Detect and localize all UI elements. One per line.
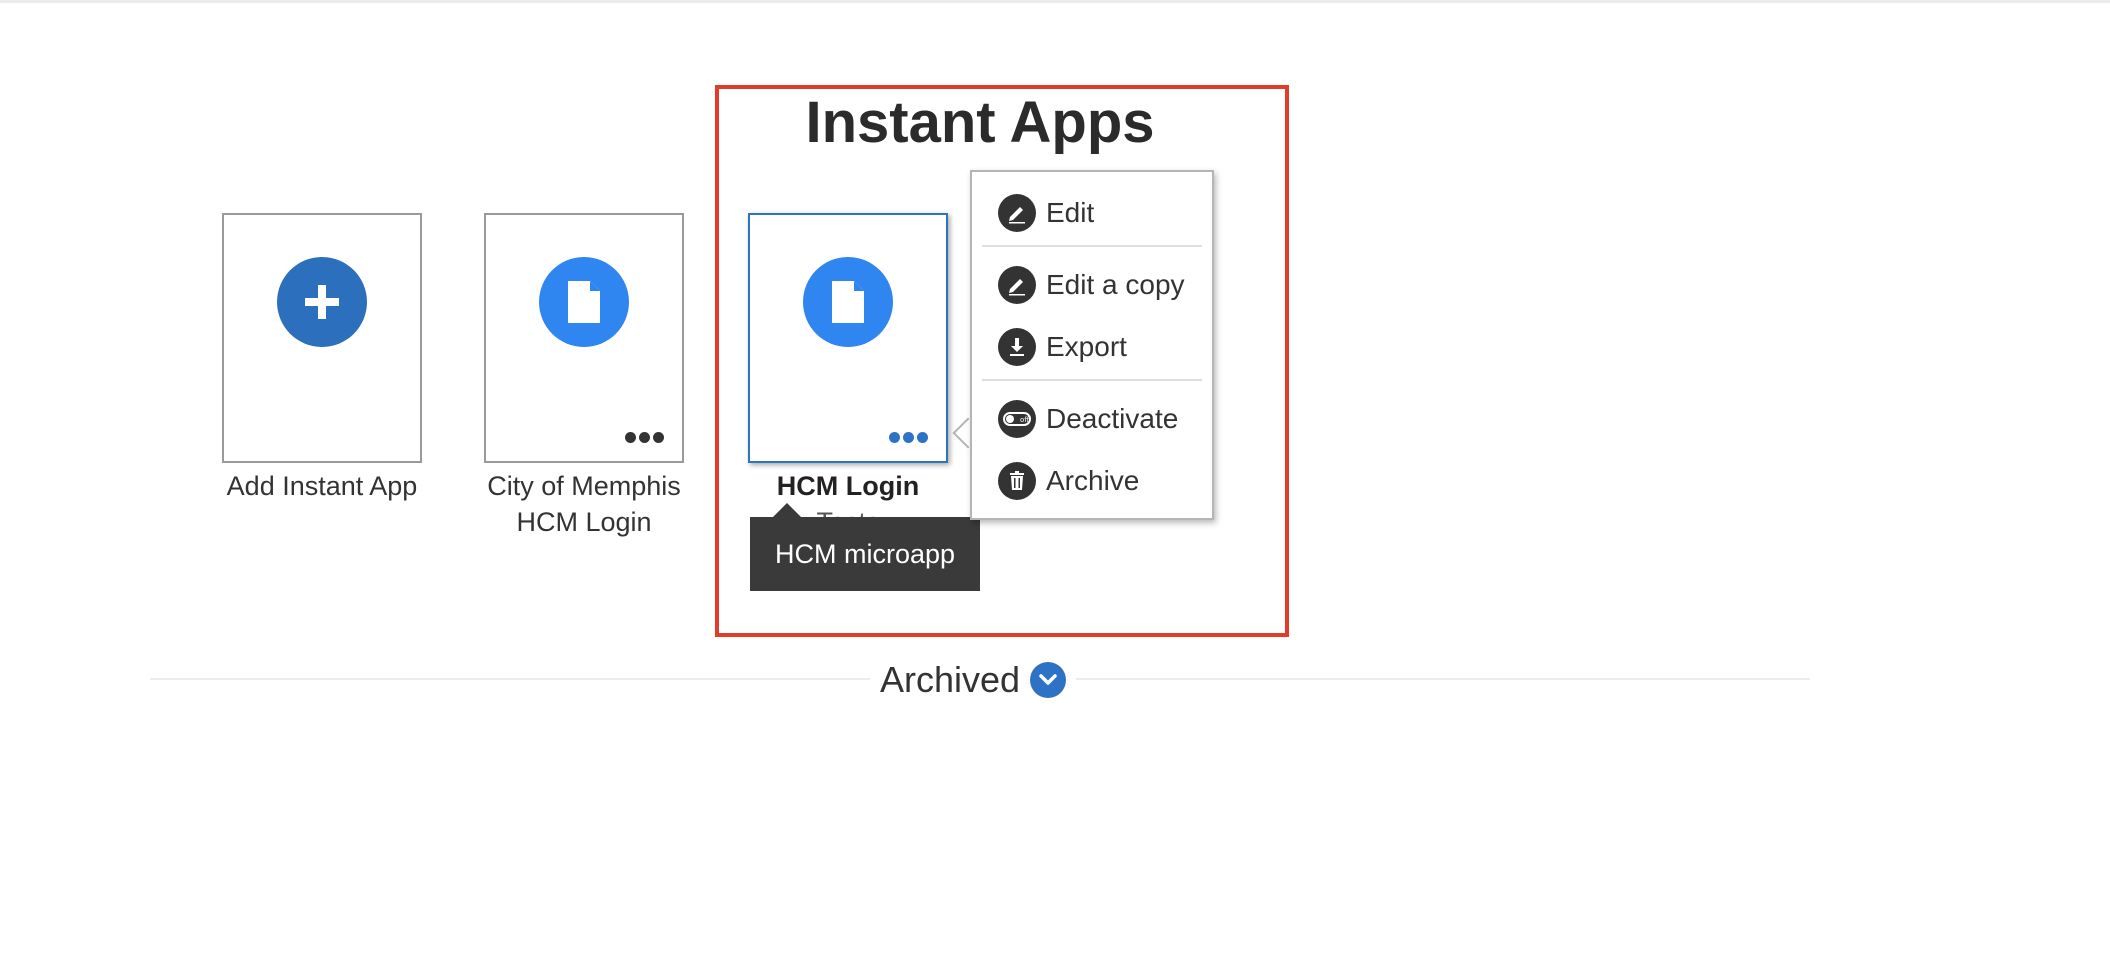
app-tile-hcm-login-tests[interactable] <box>748 213 948 463</box>
add-instant-app-tile[interactable] <box>222 213 422 463</box>
instant-apps-page: Instant Apps Add Instant App City of Mem… <box>0 0 2110 968</box>
menu-item-deactivate[interactable]: off Deactivate <box>998 398 1178 440</box>
menu-divider <box>982 245 1202 247</box>
menu-item-label: Edit <box>1046 197 1095 228</box>
tile-context-menu: Edit Edit a copy Export off Deactivate A… <box>970 170 1214 520</box>
plus-icon <box>277 257 367 347</box>
svg-text:off: off <box>1020 416 1029 424</box>
menu-item-edit[interactable]: Edit <box>998 192 1094 234</box>
tile-tooltip: HCM microapp <box>750 517 980 591</box>
document-icon <box>539 257 629 347</box>
archived-label: Archived <box>880 659 1021 700</box>
top-divider <box>0 0 2110 3</box>
archived-section-header[interactable]: Archived <box>870 658 1077 702</box>
pencil-icon <box>998 194 1036 232</box>
tooltip-arrow <box>773 503 801 517</box>
toggle-off-icon: off <box>998 400 1036 438</box>
more-dots-icon[interactable] <box>889 432 928 443</box>
menu-item-label: Export <box>1046 331 1127 362</box>
chevron-down-icon[interactable] <box>1030 662 1067 698</box>
document-icon <box>803 257 893 347</box>
menu-divider <box>982 379 1202 381</box>
tile-label-hcm-login: HCM Login <box>776 471 920 501</box>
download-icon <box>998 328 1036 366</box>
more-dots-icon[interactable] <box>625 432 664 443</box>
menu-item-label: Edit a copy <box>1046 269 1185 300</box>
menu-item-label: Archive <box>1046 465 1140 496</box>
tile-label-add-instant-app: Add Instant App <box>226 471 418 501</box>
menu-item-edit-a-copy[interactable]: Edit a copy <box>998 264 1185 306</box>
tile-label-city-of-memphis: City of Memphis HCM Login <box>487 471 681 537</box>
menu-item-export[interactable]: Export <box>998 326 1127 368</box>
app-tile-city-of-memphis[interactable] <box>484 213 684 463</box>
trash-icon <box>998 462 1036 500</box>
menu-item-archive[interactable]: Archive <box>998 460 1139 502</box>
pencil-icon <box>998 266 1036 304</box>
menu-item-label: Deactivate <box>1046 403 1179 434</box>
page-title: Instant Apps <box>805 90 1155 155</box>
